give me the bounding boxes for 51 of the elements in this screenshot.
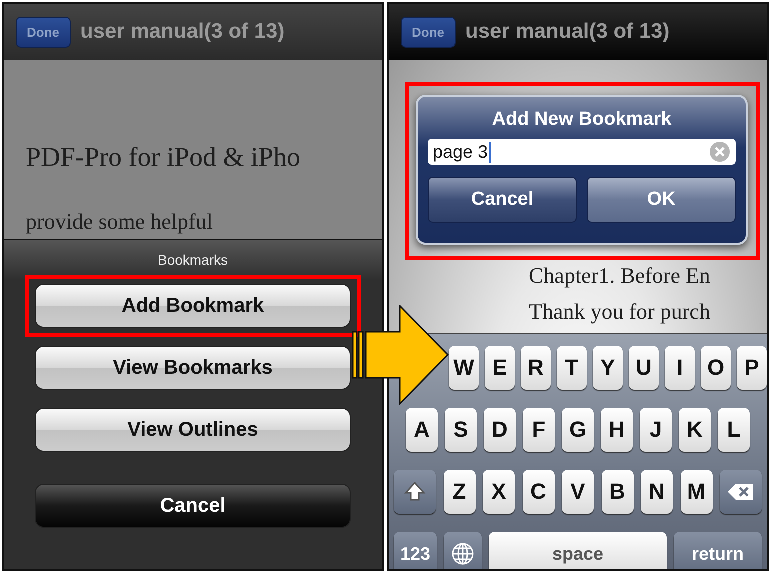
cancel-button[interactable]: Cancel [35, 484, 351, 528]
input-field[interactable]: page 3 [428, 139, 736, 165]
numbers-key[interactable]: 123 [394, 532, 437, 569]
key[interactable]: B [602, 470, 634, 514]
key[interactable]: J [640, 408, 672, 452]
key[interactable]: V [562, 470, 594, 514]
document-text: Thank you for purch [529, 299, 710, 325]
menu-button[interactable]: View Bookmarks [35, 346, 351, 390]
key[interactable]: R [521, 346, 551, 390]
document-text: PDF-Pro for iPod & iPho [26, 142, 301, 173]
key[interactable]: S [445, 408, 477, 452]
document-text: provide some helpful [26, 209, 213, 235]
delete-key[interactable] [720, 470, 762, 514]
shift-key[interactable] [394, 470, 436, 514]
key[interactable]: H [601, 408, 633, 452]
key[interactable]: T [557, 346, 587, 390]
key[interactable]: N [641, 470, 673, 514]
action-sheet-title: Bookmarks [158, 252, 228, 268]
globe-icon [451, 542, 475, 566]
alert-title: Add New Bookmark [492, 109, 672, 131]
key[interactable]: W [449, 346, 479, 390]
key[interactable]: C [522, 470, 554, 514]
key[interactable]: E [485, 346, 515, 390]
key[interactable]: U [629, 346, 659, 390]
menu-button[interactable]: View Outlines [35, 408, 351, 452]
key[interactable]: O [701, 346, 731, 390]
cancel-button[interactable]: Cancel [428, 177, 577, 223]
done-button[interactable]: Done [401, 16, 456, 48]
key[interactable]: D [484, 408, 516, 452]
key[interactable]: P [737, 346, 767, 390]
key[interactable]: Y [593, 346, 623, 390]
space-key[interactable]: space [489, 532, 667, 569]
return-key[interactable]: return [674, 532, 762, 569]
key[interactable]: K [679, 408, 711, 452]
key[interactable]: G [562, 408, 594, 452]
document-title: user manual(3 of 13) [466, 20, 670, 44]
key[interactable]: F [523, 408, 555, 452]
key[interactable]: L [718, 408, 750, 452]
shift-icon [404, 481, 426, 503]
menu-button[interactable]: Add Bookmark [35, 284, 351, 328]
ok-button[interactable]: OK [587, 177, 736, 223]
backspace-icon [727, 482, 755, 502]
key[interactable]: I [665, 346, 695, 390]
key[interactable]: M [680, 470, 712, 514]
done-button[interactable]: Done [16, 16, 70, 48]
globe-key[interactable] [444, 532, 482, 569]
key[interactable]: X [483, 470, 515, 514]
key[interactable]: Z [444, 470, 476, 514]
key[interactable]: A [406, 408, 438, 452]
document-text: Chapter1. Before En [529, 263, 710, 289]
document-title: user manual(3 of 13) [80, 20, 285, 44]
